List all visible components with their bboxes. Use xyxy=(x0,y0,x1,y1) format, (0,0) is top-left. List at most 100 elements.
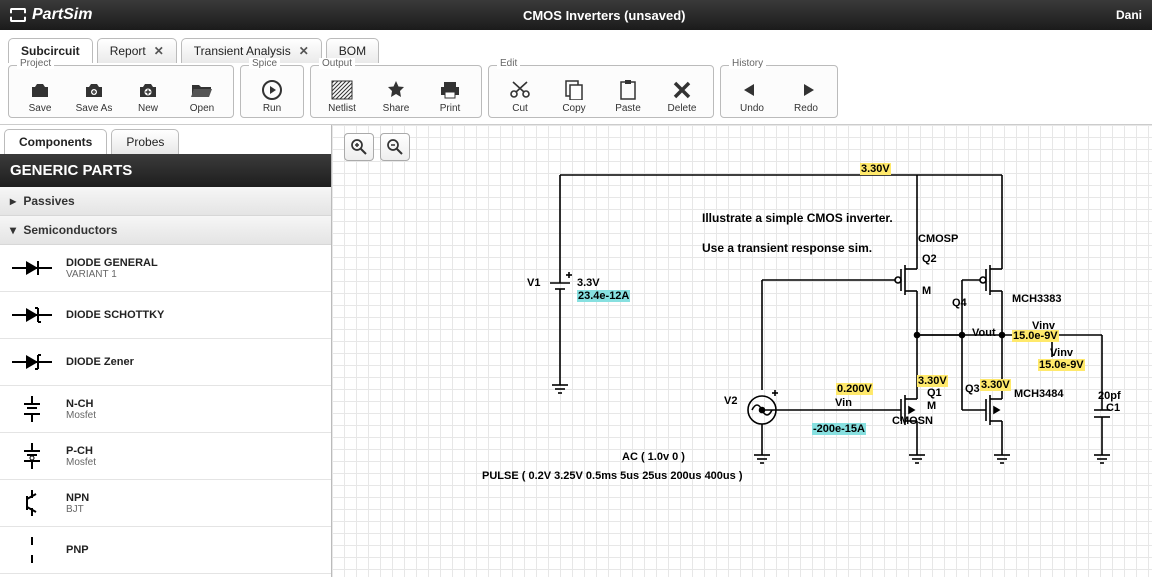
part-pnp-bjt[interactable]: PNP xyxy=(0,527,331,574)
probe-vinv2[interactable]: 15.0e-9V xyxy=(1038,359,1085,371)
netlist-icon xyxy=(331,79,353,101)
note-line-2: Use a transient response sim. xyxy=(702,241,872,255)
group-spice: Spice Run xyxy=(240,65,304,118)
tab-label: Transient Analysis xyxy=(194,44,291,58)
probe-vin-i[interactable]: -200e-15A xyxy=(812,423,866,435)
label-v2-ac[interactable]: AC ( 1.0v 0 ) xyxy=(622,451,685,463)
category-semiconductors[interactable]: ▾ Semiconductors xyxy=(0,216,331,245)
part-diode-schottky[interactable]: DIODE SCHOTTKY xyxy=(0,292,331,339)
part-pch-mosfet[interactable]: P-CHMosfet xyxy=(0,433,331,480)
main-area: Components Probes GENERIC PARTS ▸ Passiv… xyxy=(0,125,1152,577)
label-v1-val[interactable]: 3.3V xyxy=(577,277,600,289)
part-name: N-CH xyxy=(66,398,96,410)
new-icon xyxy=(138,79,158,101)
logo-icon xyxy=(10,8,26,22)
label-vinv2[interactable]: Vinv xyxy=(1050,347,1073,359)
tab-probes[interactable]: Probes xyxy=(111,129,179,154)
top-bar: PartSim CMOS Inverters (unsaved) Dani xyxy=(0,0,1152,30)
group-project: Project Save Save As New Open xyxy=(8,65,234,118)
star-icon xyxy=(386,79,406,101)
print-button[interactable]: Print xyxy=(425,70,475,114)
panel-title: GENERIC PARTS xyxy=(0,154,331,187)
tab-label: BOM xyxy=(339,44,366,58)
delete-icon xyxy=(673,79,691,101)
save-button[interactable]: Save xyxy=(15,70,65,114)
label-q2[interactable]: Q2 xyxy=(922,253,937,265)
part-diode-zener[interactable]: DIODE Zener xyxy=(0,339,331,386)
tab-components[interactable]: Components xyxy=(4,129,107,154)
group-label: Edit xyxy=(497,58,520,69)
label-vout[interactable]: Vout xyxy=(972,327,996,339)
label-cmosn[interactable]: CMOSN xyxy=(892,415,933,427)
label-v1-ref[interactable]: V1 xyxy=(527,277,540,289)
netlist-button[interactable]: Netlist xyxy=(317,70,367,114)
chevron-right-icon: ▸ xyxy=(10,194,20,208)
probe-q1v[interactable]: 3.30V xyxy=(917,375,948,387)
probe-q3v[interactable]: 3.30V xyxy=(980,379,1011,391)
part-diode-general[interactable]: DIODE GENERALVARIANT 1 xyxy=(0,245,331,292)
close-icon[interactable]: ✕ xyxy=(299,44,309,58)
paste-button[interactable]: Paste xyxy=(603,70,653,114)
label-q1-m[interactable]: M xyxy=(927,400,936,412)
nmos-icon xyxy=(10,395,54,423)
probe-vdd[interactable]: 3.30V xyxy=(860,163,891,175)
print-icon xyxy=(440,79,460,101)
schematic-canvas[interactable]: Illustrate a simple CMOS inverter. Use a… xyxy=(332,125,1152,577)
app-name: PartSim xyxy=(32,6,92,24)
tab-report[interactable]: Report ✕ xyxy=(97,38,177,63)
category-passives[interactable]: ▸ Passives xyxy=(0,187,331,216)
label-q3[interactable]: Q3 xyxy=(965,383,980,395)
copy-button[interactable]: Copy xyxy=(549,70,599,114)
label-cap-ref[interactable]: C1 xyxy=(1106,402,1120,414)
save-as-button[interactable]: Save As xyxy=(69,70,119,114)
group-output: Output Netlist Share Print xyxy=(310,65,482,118)
undo-icon xyxy=(742,79,762,101)
label-v2[interactable]: V2 xyxy=(724,395,737,407)
part-name: P-CH xyxy=(66,445,96,457)
open-button[interactable]: Open xyxy=(177,70,227,114)
document-title: CMOS Inverters (unsaved) xyxy=(92,8,1116,23)
tab-label: Subcircuit xyxy=(21,44,80,58)
probe-vinv1[interactable]: 15.0e-9V xyxy=(1012,330,1059,342)
part-sub: BJT xyxy=(66,504,89,515)
label-cmosp[interactable]: CMOSP xyxy=(918,233,958,245)
new-button[interactable]: New xyxy=(123,70,173,114)
close-icon[interactable]: ✕ xyxy=(154,44,164,58)
user-name[interactable]: Dani xyxy=(1116,8,1142,22)
label-vin[interactable]: Vin xyxy=(835,397,852,409)
group-history: History Undo Redo xyxy=(720,65,838,118)
zener-icon xyxy=(10,348,54,376)
label-q4[interactable]: Q4 xyxy=(952,297,967,309)
undo-button[interactable]: Undo xyxy=(727,70,777,114)
run-button[interactable]: Run xyxy=(247,70,297,114)
group-label: Project xyxy=(17,58,54,69)
part-list: DIODE GENERALVARIANT 1 DIODE SCHOTTKY DI… xyxy=(0,245,331,574)
label-q2-m[interactable]: M xyxy=(922,285,931,297)
label-v2-pulse[interactable]: PULSE ( 0.2V 3.25V 0.5ms 5us 25us 200us … xyxy=(482,470,742,482)
save-icon xyxy=(30,79,50,101)
pnp-icon xyxy=(10,536,54,564)
label-cap-val[interactable]: 20pf xyxy=(1098,390,1121,402)
part-npn-bjt[interactable]: NPNBJT xyxy=(0,480,331,527)
npn-icon xyxy=(10,489,54,517)
part-name: PNP xyxy=(66,544,89,556)
group-label: Output xyxy=(319,58,355,69)
delete-button[interactable]: Delete xyxy=(657,70,707,114)
toolbar: Project Save Save As New Open Spice Run … xyxy=(0,63,1152,125)
probe-v1-current[interactable]: 23.4e-12A xyxy=(577,290,630,302)
label-mch3484[interactable]: MCH3484 xyxy=(1014,388,1064,400)
part-name: DIODE Zener xyxy=(66,356,134,368)
label-mch3383[interactable]: MCH3383 xyxy=(1012,293,1062,305)
probe-vin[interactable]: 0.200V xyxy=(836,383,873,395)
part-nch-mosfet[interactable]: N-CHMosfet xyxy=(0,386,331,433)
group-label: Spice xyxy=(249,58,280,69)
play-icon xyxy=(261,79,283,101)
cut-button[interactable]: Cut xyxy=(495,70,545,114)
group-label: History xyxy=(729,58,766,69)
share-button[interactable]: Share xyxy=(371,70,421,114)
redo-button[interactable]: Redo xyxy=(781,70,831,114)
document-tabs: Subcircuit Report ✕ Transient Analysis ✕… xyxy=(0,34,1152,63)
label-q1[interactable]: Q1 xyxy=(927,387,942,399)
open-icon xyxy=(191,79,213,101)
app-logo: PartSim xyxy=(10,6,92,24)
